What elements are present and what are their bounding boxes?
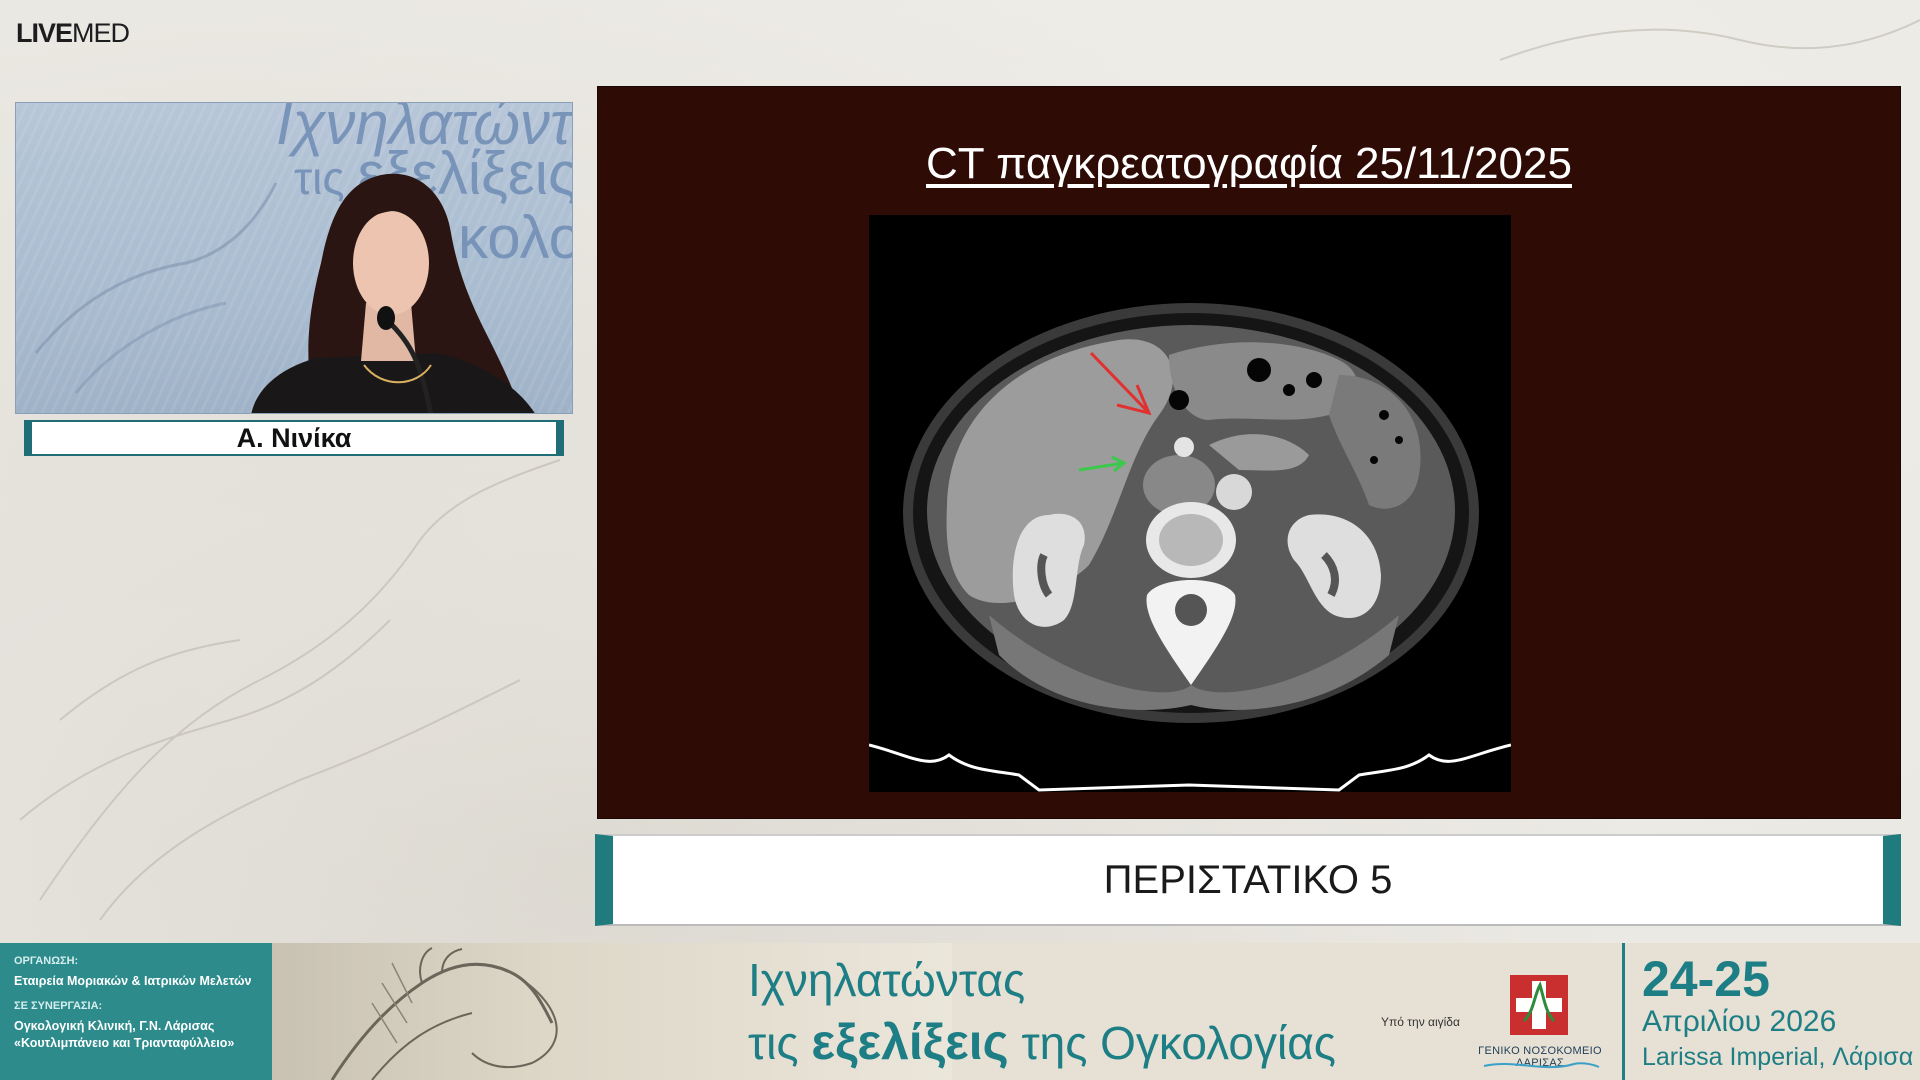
case-title: ΠΕΡΙΣΤΑΤΙΚΟ 5 bbox=[1103, 857, 1393, 902]
event-title: Ιχνηλατώντας τις εξελίξεις της Ογκολογία… bbox=[748, 949, 1336, 1074]
footer-divider bbox=[1622, 943, 1625, 1080]
speaker-name: Α. Νινίκα bbox=[236, 422, 352, 453]
patronage-label: Υπό την αιγίδα bbox=[1381, 1015, 1460, 1029]
ct-scan-image bbox=[869, 215, 1511, 792]
background-sketch bbox=[19, 459, 561, 921]
organizer-label: ΟΡΓΑΝΩΣΗ: bbox=[14, 955, 79, 967]
event-title-line1: Ιχνηλατώντας bbox=[748, 954, 1026, 1006]
ct-scan-drawing bbox=[869, 303, 1511, 792]
event-days: 24-25 bbox=[1642, 951, 1770, 1007]
collaboration-label: ΣΕ ΣΥΝΕΡΓΑΣΙΑ: bbox=[14, 1000, 103, 1012]
speaker-video: Ιχνηλατώντ τις εξελίξεις κολογ bbox=[15, 102, 573, 414]
speaker-figure bbox=[34, 173, 535, 413]
slide-title: CT παγκρεατογραφία 25/11/2025 bbox=[926, 139, 1572, 188]
event-title-line2: τις εξελίξεις της Ογκολογίας bbox=[748, 1014, 1336, 1070]
background-sketch-right bbox=[1500, 19, 1920, 61]
collaboration-name: Ογκολογική Κλινική, Γ.Ν. Λάρισας «Κουτλι… bbox=[14, 1019, 235, 1050]
event-footer: ΟΡΓΑΝΩΣΗ: Εταιρεία Μοριακών & Ιατρικών Μ… bbox=[0, 943, 1920, 1080]
event-venue: Larissa Imperial, Λάρισα bbox=[1642, 1043, 1914, 1071]
livemed-logo: LIVEMED bbox=[16, 18, 130, 48]
organizer-panel: ΟΡΓΑΝΩΣΗ: Εταιρεία Μοριακών & Ιατρικών Μ… bbox=[0, 943, 272, 1080]
organizer-name: Εταιρεία Μοριακών & Ιατρικών Μελετών bbox=[14, 974, 252, 988]
hospital-cross-icon bbox=[1510, 975, 1568, 1035]
event-month-year: Απριλίου 2026 bbox=[1642, 1005, 1837, 1038]
presentation-slide: CT παγκρεατογραφία 25/11/2025 bbox=[597, 86, 1901, 819]
hospital-wave-icon bbox=[1483, 1062, 1600, 1069]
event-dates: 24-25 Απριλίου 2026 Larissa Imperial, Λά… bbox=[1642, 953, 1913, 1075]
case-banner: ΠΕΡΙΣΤΑΤΙΚΟ 5 bbox=[595, 834, 1901, 926]
speaker-name-plate: Α. Νινίκα bbox=[24, 420, 564, 456]
hospital-logo: ΓΕΝΙΚΟ ΝΟΣΟΚΟΜΕΙΟ ΛΑΡΙΣΑΣ bbox=[1474, 971, 1606, 1073]
